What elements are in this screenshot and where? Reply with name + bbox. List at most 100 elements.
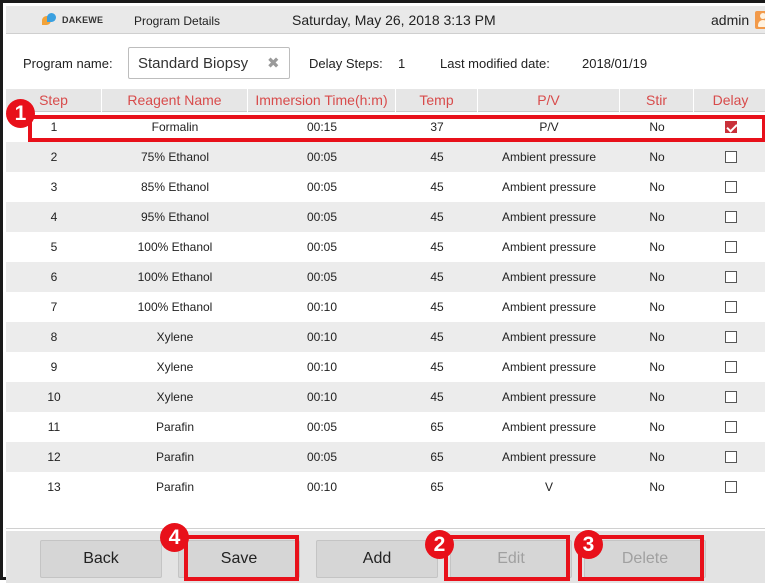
cell-reagent-name: 100% Ethanol [137, 270, 213, 284]
last-modified-value: 2018/01/19 [582, 56, 648, 71]
cell-temp: 45 [430, 180, 444, 194]
program-info-bar: Program name: Standard Biopsy ✖ Delay St… [6, 43, 765, 83]
delay-checkbox-icon[interactable] [725, 151, 737, 163]
cell-stir: No [649, 480, 665, 494]
cell-immersion-time: 00:05 [306, 270, 338, 284]
cell-pv: Ambient pressure [501, 150, 597, 164]
cell-pv: Ambient pressure [501, 270, 597, 284]
cell-pv: Ambient pressure [501, 450, 597, 464]
clear-x-icon[interactable]: ✖ [267, 54, 280, 72]
back-button[interactable]: Back [40, 540, 162, 578]
table-row[interactable]: 12 Parafin 00:05 65 Ambient pressure No [6, 442, 765, 472]
cell-temp: 45 [430, 360, 444, 374]
top-bar: DAKEWE Program Details Saturday, May 26,… [6, 6, 765, 34]
cell-step: 2 [50, 150, 58, 164]
program-name-input[interactable]: Standard Biopsy ✖ [128, 47, 290, 79]
delay-checkbox-icon[interactable] [725, 271, 737, 283]
cell-pv: Ambient pressure [501, 180, 597, 194]
cell-pv: V [544, 480, 553, 494]
table-row[interactable]: 9 Xylene 00:10 45 Ambient pressure No [6, 352, 765, 382]
delay-checkbox-icon[interactable] [725, 451, 737, 463]
delay-checkbox-icon[interactable] [725, 211, 737, 223]
delay-checkbox-icon[interactable] [725, 361, 737, 373]
delay-checkbox-icon[interactable] [725, 421, 737, 433]
cell-reagent-name: 100% Ethanol [137, 240, 213, 254]
delay-checkbox-icon[interactable] [725, 391, 737, 403]
table-header: Step Reagent Name Immersion Time(h:m) Temp P… [6, 89, 765, 112]
delay-checkbox-icon[interactable] [725, 331, 737, 343]
dakewe-logo: DAKEWE [42, 13, 103, 26]
table-row[interactable]: 3 85% Ethanol 00:05 45 Ambient pressure No [6, 172, 765, 202]
table-row[interactable]: 7 100% Ethanol 00:10 45 Ambient pressure No [6, 292, 765, 322]
cell-immersion-time: 00:05 [306, 150, 338, 164]
cell-step: 6 [50, 270, 58, 284]
highlight-save [184, 535, 299, 581]
cell-immersion-time: 00:10 [306, 330, 338, 344]
table-row[interactable]: 2 75% Ethanol 00:05 45 Ambient pressure No [6, 142, 765, 172]
cell-stir: No [649, 180, 665, 194]
annotation-badge-1: 1 [6, 99, 35, 128]
cell-reagent-name: 95% Ethanol [140, 210, 210, 224]
cell-temp: 65 [430, 450, 444, 464]
highlight-edit [444, 535, 570, 581]
cell-immersion-time: 00:10 [306, 390, 338, 404]
table-row[interactable]: 13 Parafin 00:10 65 V No [6, 472, 765, 502]
annotation-badge-4: 4 [160, 523, 189, 552]
cell-immersion-time: 00:10 [306, 300, 338, 314]
user-avatar-icon[interactable] [755, 11, 765, 29]
cell-step: 4 [50, 210, 58, 224]
column-header-pv: P/V [478, 89, 620, 112]
program-steps-table: Step Reagent Name Immersion Time(h:m) Temp P… [6, 89, 765, 529]
cell-temp: 45 [430, 210, 444, 224]
cell-step: 11 [47, 420, 61, 434]
annotation-badge-2: 2 [425, 530, 454, 559]
delay-checkbox-icon[interactable] [725, 481, 737, 493]
cell-immersion-time: 00:10 [306, 360, 338, 374]
cell-pv: Ambient pressure [501, 300, 597, 314]
cell-step: 7 [50, 300, 58, 314]
cell-pv: Ambient pressure [501, 420, 597, 434]
cell-stir: No [649, 300, 665, 314]
delay-checkbox-icon[interactable] [725, 241, 737, 253]
highlight-row-1 [28, 115, 765, 142]
logo-text: DAKEWE [62, 14, 104, 25]
cell-stir: No [649, 330, 665, 344]
cell-stir: No [649, 390, 665, 404]
cell-temp: 65 [430, 480, 444, 494]
table-row[interactable]: 5 100% Ethanol 00:05 45 Ambient pressure No [6, 232, 765, 262]
cell-temp: 65 [430, 420, 444, 434]
table-row[interactable]: 10 Xylene 00:10 45 Ambient pressure No [6, 382, 765, 412]
cell-immersion-time: 00:10 [306, 480, 338, 494]
cell-pv: Ambient pressure [501, 210, 597, 224]
cell-temp: 45 [430, 330, 444, 344]
table-row[interactable]: 11 Parafin 00:05 65 Ambient pressure No [6, 412, 765, 442]
delay-checkbox-icon[interactable] [725, 301, 737, 313]
cell-step: 13 [47, 480, 61, 494]
delay-steps-label: Delay Steps: [309, 56, 383, 71]
cell-immersion-time: 00:05 [306, 450, 338, 464]
program-name-value: Standard Biopsy [138, 55, 249, 72]
column-header-reagent-name: Reagent Name [102, 89, 248, 112]
cell-immersion-time: 00:05 [306, 420, 338, 434]
table-row[interactable]: 4 95% Ethanol 00:05 45 Ambient pressure No [6, 202, 765, 232]
cell-step: 5 [50, 240, 58, 254]
cell-reagent-name: Xylene [156, 330, 194, 344]
cell-immersion-time: 00:05 [306, 180, 338, 194]
cell-stir: No [649, 270, 665, 284]
cell-step: 9 [50, 360, 58, 374]
cell-temp: 45 [430, 270, 444, 284]
last-modified-label: Last modified date: [440, 56, 550, 71]
table-row[interactable]: 8 Xylene 00:10 45 Ambient pressure No [6, 322, 765, 352]
page-title: Program Details [134, 14, 221, 28]
dakewe-logo-icon [42, 13, 58, 26]
app-window: DAKEWE Program Details Saturday, May 26,… [0, 0, 765, 583]
add-button[interactable]: Add [316, 540, 438, 578]
user-name[interactable]: admin [711, 12, 749, 28]
cell-pv: Ambient pressure [501, 240, 597, 254]
table-row[interactable]: 6 100% Ethanol 00:05 45 Ambient pressure No [6, 262, 765, 292]
cell-reagent-name: Xylene [156, 390, 194, 404]
delay-checkbox-icon[interactable] [725, 181, 737, 193]
annotation-badge-3: 3 [574, 530, 603, 559]
cell-reagent-name: Parafin [155, 450, 195, 464]
column-header-temp: Temp [396, 89, 478, 112]
